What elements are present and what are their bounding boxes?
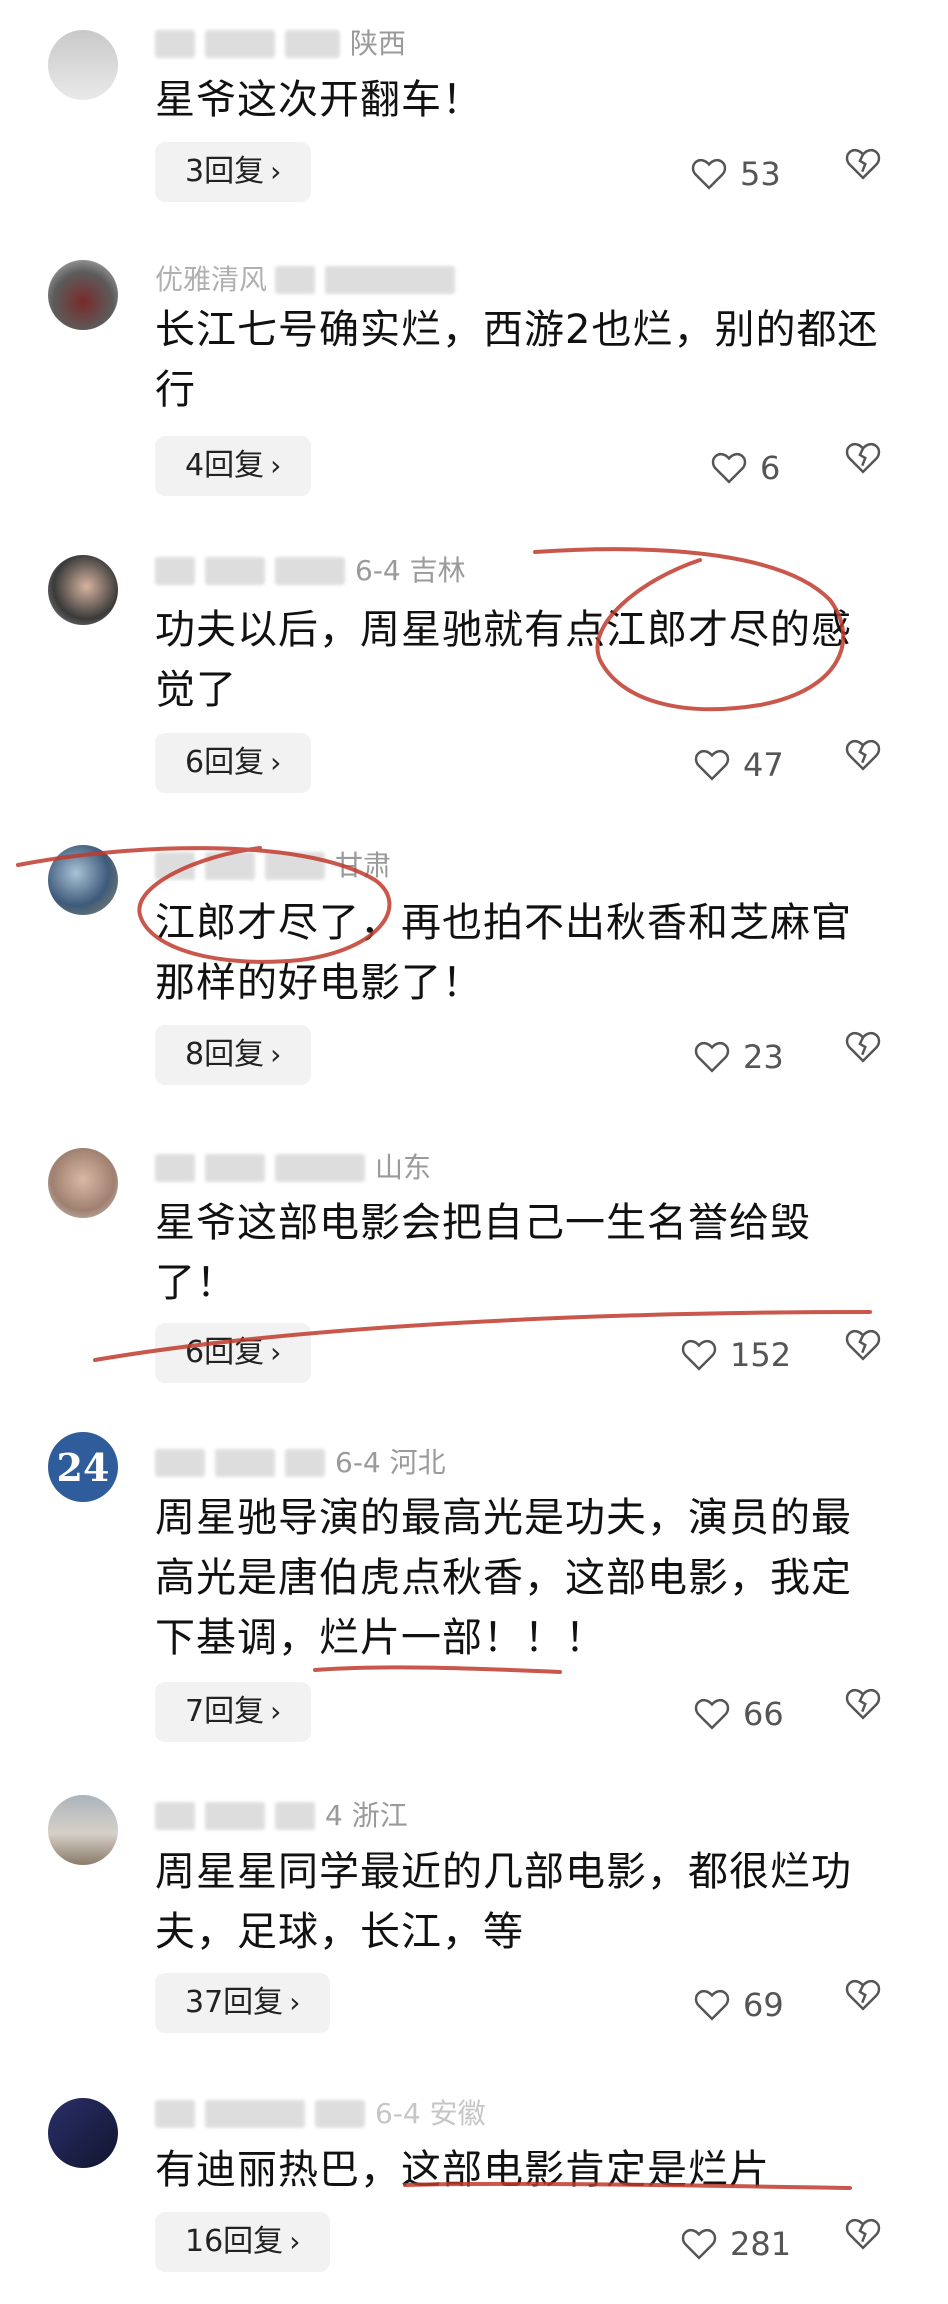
reply-count: 8回复 [185, 1037, 265, 1072]
like-count: 152 [730, 1336, 792, 1374]
comment-meta: 6-4 吉林 [155, 553, 466, 587]
broken-heart-icon [845, 1688, 881, 1720]
reply-button[interactable]: 37回复 › [155, 1973, 331, 2033]
broken-heart-icon [845, 2218, 881, 2250]
comment-meta: 6-4 河北 [155, 1445, 446, 1479]
heart-icon [681, 2228, 717, 2260]
like-button[interactable]: 66 [693, 1687, 784, 1737]
broken-heart-icon [845, 1979, 881, 2011]
location: 6-4 安徽 [375, 2097, 486, 2130]
chevron-right-icon: › [270, 746, 282, 779]
comment-meta: 优雅清风 [155, 262, 465, 296]
broken-heart-icon [845, 739, 881, 771]
reply-count: 16回复 [185, 2224, 284, 2259]
location: 4 浙江 [325, 1799, 408, 1832]
comment-text: 功夫以后，周星驰就有点江郎才尽的感觉了 [155, 607, 852, 713]
comment-text: 周星星同学最近的几部电影，都很烂功夫，足球，长江，等 [155, 1849, 852, 1955]
heart-icon [681, 1339, 717, 1371]
chevron-right-icon: › [270, 155, 282, 188]
comment-text: 星爷这部电影会把自己一生名誉给毁了！ [155, 1200, 811, 1306]
comment-meta: 6-4 安徽 [155, 2096, 486, 2130]
comment-text: 周星驰导演的最高光是功夫，演员的最高光是唐伯虎点秋香，这部电影，我定下基调，烂片… [155, 1495, 852, 1661]
broken-heart-icon [845, 1031, 881, 1063]
location: 6-4 河北 [335, 1446, 446, 1479]
avatar-text: 24 [56, 1444, 110, 1490]
avatar[interactable] [48, 260, 118, 330]
reply-count: 6回复 [185, 1335, 265, 1370]
avatar[interactable] [48, 845, 118, 915]
reply-button[interactable]: 8回复 › [155, 1025, 312, 1085]
like-button[interactable]: 69 [693, 1978, 784, 2028]
heart-icon [694, 1698, 730, 1730]
chevron-right-icon: › [270, 449, 282, 482]
reply-button[interactable]: 3回复 › [155, 142, 312, 202]
location: 6-4 吉林 [355, 554, 466, 587]
chevron-right-icon: › [289, 1986, 301, 2019]
comment-meta: 4 浙江 [155, 1798, 408, 1832]
broken-heart-icon [845, 1329, 881, 1361]
avatar[interactable] [48, 30, 118, 100]
comment-text: 长江七号确实烂，西游2也烂，别的都还行 [155, 307, 879, 413]
like-button[interactable]: 152 [680, 1328, 791, 1378]
broken-heart-icon [845, 148, 881, 180]
dislike-button[interactable] [844, 441, 884, 491]
location: 山东 [375, 1151, 432, 1184]
comment-meta: 山东 [155, 1150, 431, 1184]
like-count: 47 [743, 746, 784, 784]
like-button[interactable]: 53 [690, 147, 781, 197]
avatar[interactable] [48, 1795, 118, 1865]
like-count: 69 [743, 1986, 784, 2024]
comment-text: 江郎才尽了，再也拍不出秋香和芝麻官那样的好电影了！ [155, 900, 852, 1006]
reply-button[interactable]: 7回复 › [155, 1682, 312, 1742]
reply-count: 3回复 [185, 154, 265, 189]
like-count: 6 [760, 449, 781, 487]
heart-icon [694, 749, 730, 781]
heart-icon [694, 1989, 730, 2021]
reply-button[interactable]: 4回复 › [155, 436, 312, 496]
chevron-right-icon: › [270, 1038, 282, 1071]
avatar[interactable] [48, 2098, 118, 2168]
dislike-button[interactable] [844, 738, 884, 788]
dislike-button[interactable] [844, 1030, 884, 1080]
comment-text: 星爷这次开翻车！ [155, 77, 483, 123]
reply-button[interactable]: 6回复 › [155, 1323, 312, 1383]
reply-count: 4回复 [185, 448, 265, 483]
annotation-underline [313, 1665, 562, 1674]
avatar[interactable] [48, 1148, 118, 1218]
reply-count: 7回复 [185, 1694, 265, 1729]
heart-icon [691, 158, 727, 190]
comment-text: 有迪丽热巴，这部电影肯定是烂片 [155, 2147, 770, 2193]
chevron-right-icon: › [270, 1695, 282, 1728]
username: 优雅清风 [155, 263, 268, 296]
reply-count: 6回复 [185, 745, 265, 780]
like-count: 23 [743, 1038, 784, 1076]
like-count: 66 [743, 1695, 784, 1733]
chevron-right-icon: › [270, 1336, 282, 1369]
dislike-button[interactable] [844, 147, 884, 197]
like-button[interactable]: 23 [693, 1030, 784, 1080]
avatar[interactable] [48, 555, 118, 625]
heart-icon [711, 452, 747, 484]
chevron-right-icon: › [289, 2225, 301, 2258]
like-button[interactable]: 281 [680, 2217, 791, 2267]
reply-button[interactable]: 16回复 › [155, 2212, 331, 2272]
dislike-button[interactable] [844, 1328, 884, 1378]
dislike-button[interactable] [844, 1978, 884, 2028]
heart-icon [694, 1041, 730, 1073]
dislike-button[interactable] [844, 1687, 884, 1737]
broken-heart-icon [845, 442, 881, 474]
comment-meta: 甘肃 [155, 848, 391, 882]
reply-count: 37回复 [185, 1985, 284, 2020]
like-count: 281 [730, 2225, 792, 2263]
avatar[interactable]: 24 [48, 1432, 118, 1502]
dislike-button[interactable] [844, 2217, 884, 2267]
location: 甘肃 [335, 849, 392, 882]
location: 陕西 [350, 27, 407, 60]
like-button[interactable]: 6 [710, 441, 780, 491]
reply-button[interactable]: 6回复 › [155, 733, 312, 793]
like-button[interactable]: 47 [693, 738, 784, 788]
like-count: 53 [740, 155, 781, 193]
comment-meta: 陕西 [155, 26, 406, 60]
